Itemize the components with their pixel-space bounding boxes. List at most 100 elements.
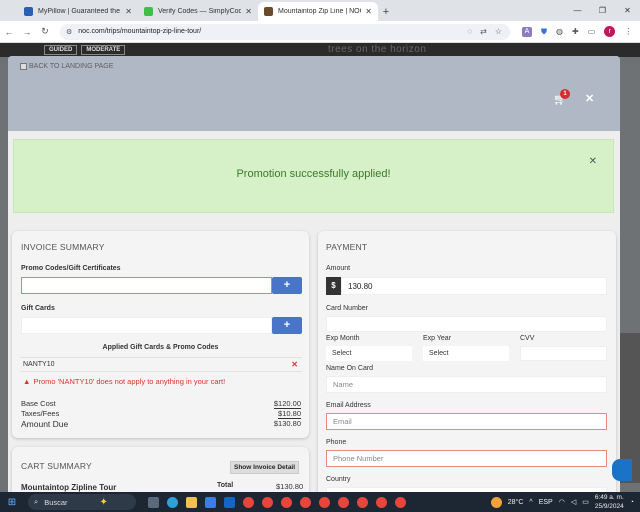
menu-dots-icon[interactable]: ⋮: [624, 27, 632, 36]
store-icon[interactable]: [205, 496, 216, 508]
exp-month-select[interactable]: Select: [326, 346, 412, 361]
bookmark-star-icon[interactable]: ☆: [495, 27, 502, 36]
payment-card: PAYMENT Amount $ 130.80 Card Number Exp …: [318, 231, 616, 492]
chrome-icon[interactable]: [395, 496, 406, 508]
remove-code-icon[interactable]: ✕: [291, 360, 298, 369]
add-promo-button[interactable]: +: [272, 277, 302, 294]
back-to-landing-link[interactable]: BACK TO LANDING PAGE: [20, 63, 113, 70]
cvv-input[interactable]: [520, 346, 607, 361]
tab-noc[interactable]: Mountaintop Zip Line | NOC Z ✕: [258, 2, 378, 21]
close-tab-icon[interactable]: ✕: [365, 7, 372, 16]
clock[interactable]: 6:49 a. m. 25/9/2024: [595, 493, 624, 511]
back-icon[interactable]: ←: [0, 27, 18, 37]
address-bar[interactable]: ⚙ noc.com/trips/mountaintop-zip-line-tou…: [60, 23, 510, 40]
chat-widget-button[interactable]: [612, 459, 632, 481]
name-input[interactable]: Name: [326, 376, 607, 393]
exp-year-label: Exp Year: [423, 335, 452, 342]
battery-icon[interactable]: ▭: [582, 498, 589, 506]
chrome-icon[interactable]: [262, 496, 273, 508]
chrome-icon[interactable]: [243, 496, 254, 508]
volume-icon[interactable]: ◁: [571, 498, 576, 506]
chrome-icon[interactable]: [281, 496, 292, 508]
chrome-icon[interactable]: [376, 496, 387, 508]
applied-codes-heading: Applied Gift Cards & Promo Codes: [102, 344, 219, 351]
url-text: noc.com/trips/mountaintop-zip-line-tour/: [78, 28, 202, 35]
email-input[interactable]: Email: [326, 413, 607, 430]
chrome-icon[interactable]: [300, 496, 311, 508]
vpn-extension-icon[interactable]: ◍: [556, 27, 563, 36]
system-tray: 28°C ^ ESP ◠ ◁ ▭ 6:49 a. m. 25/9/2024 ◔: [490, 492, 640, 512]
translate-icon[interactable]: ⇄: [480, 27, 487, 36]
add-gift-card-button[interactable]: +: [272, 317, 302, 334]
site-info-icon[interactable]: ⚙: [66, 28, 72, 36]
edge-icon[interactable]: [167, 496, 178, 508]
close-tab-icon[interactable]: ✕: [125, 7, 132, 16]
card-number-label: Card Number: [326, 305, 369, 312]
checkout-modal: BACK TO LANDING PAGE 🛒︎ 1 ✕ Promotion su…: [8, 56, 620, 492]
time: 6:49 a. m.: [594, 494, 624, 501]
close-modal-icon[interactable]: ✕: [585, 92, 594, 105]
email-label: Email Address: [326, 402, 371, 409]
phone-input[interactable]: Phone Number: [326, 450, 607, 467]
search-label: Buscar: [44, 497, 68, 507]
close-tab-icon[interactable]: ✕: [245, 7, 252, 16]
extensions-puzzle-icon[interactable]: ✚: [572, 27, 579, 36]
restore-icon[interactable]: ❐: [590, 0, 615, 21]
wifi-icon[interactable]: ◠: [559, 498, 565, 506]
new-tab-button[interactable]: +: [378, 2, 394, 21]
moderate-tag: MODERATE: [81, 45, 126, 55]
amount-due-label: Amount Due: [21, 419, 69, 429]
promo-warning: ▲ Promo 'NANTY10' does not apply to anyt…: [23, 377, 225, 386]
eye-off-icon[interactable]: ◌: [467, 27, 472, 36]
minimize-icon[interactable]: —: [565, 0, 590, 21]
windows-start-icon[interactable]: ⊞: [0, 497, 24, 508]
outlook-icon[interactable]: [224, 496, 235, 508]
back-link-label: BACK TO LANDING PAGE: [29, 63, 114, 70]
chrome-icon[interactable]: [338, 496, 349, 508]
applied-code: NANTY10: [23, 361, 55, 368]
tab-simplycodes[interactable]: Verify Codes — SimplyCodes ✕: [138, 2, 258, 21]
sidebar-icon[interactable]: ▭: [588, 27, 596, 36]
tab-mypillow[interactable]: MyPillow | Guaranteed the Mo ✕: [18, 2, 138, 21]
exp-year-select[interactable]: Select: [423, 346, 509, 361]
dismiss-banner-icon[interactable]: ✕: [589, 156, 597, 167]
simplycodes-favicon-icon: [144, 7, 153, 16]
profile-avatar[interactable]: r: [604, 26, 616, 37]
warning-icon: ▲: [23, 377, 31, 386]
chevron-up-icon[interactable]: ^: [529, 499, 532, 506]
task-view-icon[interactable]: [148, 496, 159, 508]
gift-card-input[interactable]: [21, 317, 272, 334]
promo-code-input[interactable]: [21, 277, 272, 294]
shield-extension-icon[interactable]: ⛊: [541, 27, 547, 37]
cart-button[interactable]: 🛒︎ 1: [553, 89, 570, 106]
windows-taskbar: ⊞ ⌕ Buscar ✦ 28°C ^ ESP ◠ ◁ ▭ 6:49 a. m.…: [0, 492, 640, 512]
close-window-icon[interactable]: ✕: [615, 0, 640, 21]
country-label: Country: [326, 476, 351, 483]
gift-cards-label: Gift Cards: [21, 305, 55, 312]
promo-success-message: Promotion successfully applied!: [236, 168, 391, 180]
invoice-title: INVOICE SUMMARY: [21, 242, 105, 252]
window-controls: — ❐ ✕: [565, 0, 640, 21]
card-number-input[interactable]: [326, 316, 607, 332]
notification-bell-icon[interactable]: ◔: [630, 499, 634, 506]
chrome-icon[interactable]: [319, 496, 330, 508]
forward-icon[interactable]: →: [18, 27, 36, 37]
browser-toolbar: ← → ↻ ⚙ noc.com/trips/mountaintop-zip-li…: [0, 21, 640, 43]
weather-icon[interactable]: [490, 496, 502, 508]
base-cost-label: Base Cost: [21, 399, 56, 408]
copilot-sparkle-icon: ✦: [99, 496, 108, 508]
taxes-label: Taxes/Fees: [21, 409, 60, 418]
amount-input[interactable]: 130.80: [341, 277, 607, 295]
invoice-summary-card: INVOICE SUMMARY Promo Codes/Gift Certifi…: [12, 231, 309, 438]
cart-item-name: Mountaintop Zipline Tour: [21, 483, 117, 492]
cart-summary-card: CART SUMMARY Show Invoice Detail Mountai…: [12, 447, 309, 492]
taskbar-search[interactable]: ⌕ Buscar ✦: [28, 494, 136, 510]
reload-icon[interactable]: ↻: [36, 26, 54, 37]
background-heading: trees on the horizon: [328, 44, 427, 55]
extension-a-icon[interactable]: A: [522, 26, 532, 37]
chrome-icon[interactable]: [357, 496, 368, 508]
mypillow-favicon-icon: [24, 7, 33, 16]
file-explorer-icon[interactable]: [186, 496, 197, 508]
language-indicator[interactable]: ESP: [539, 499, 553, 506]
show-invoice-detail-button[interactable]: Show Invoice Detail: [230, 461, 300, 474]
